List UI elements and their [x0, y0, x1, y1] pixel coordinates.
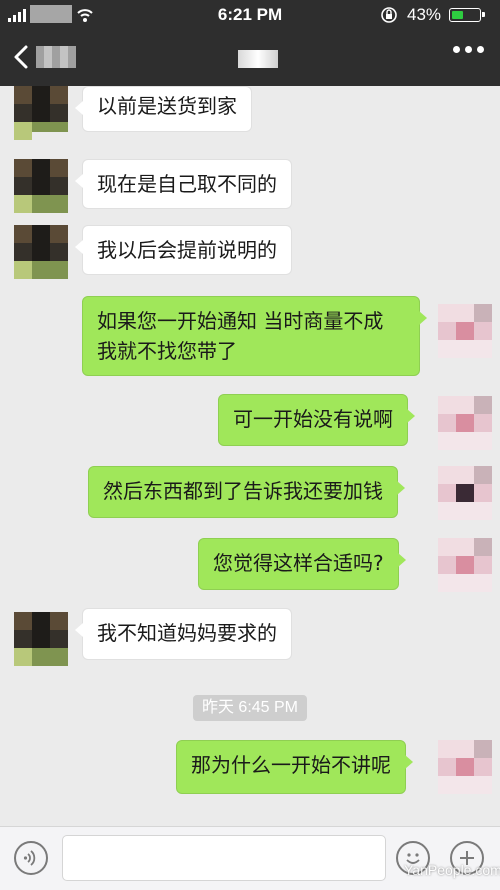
- chat-title: [238, 50, 278, 68]
- battery-icon: [449, 8, 485, 22]
- outgoing-message[interactable]: 可一开始没有说啊: [218, 394, 415, 446]
- chevron-left-icon[interactable]: [8, 42, 36, 72]
- incoming-message[interactable]: 现在是自己取不同的: [75, 159, 292, 209]
- outgoing-message[interactable]: 您觉得这样合适吗?: [198, 538, 406, 590]
- outgoing-message[interactable]: 如果您一开始通知 当时商量不成 我就不找您带了: [82, 296, 427, 376]
- contact-avatar[interactable]: [14, 225, 68, 279]
- user-avatar[interactable]: [438, 466, 492, 520]
- watermark-text: YanPeople.com: [404, 862, 500, 878]
- input-bar: [0, 826, 500, 890]
- incoming-message[interactable]: 我不知道妈妈要求的: [75, 608, 292, 660]
- user-avatar[interactable]: [438, 538, 492, 592]
- status-bar: 6:21 PM 43%: [0, 0, 500, 30]
- voice-wave-icon: [23, 850, 36, 866]
- message-list[interactable]: 以前是送货到家 现在是自己取不同的 我以后会提前说明的 如果您一开始通知 当时商…: [0, 86, 500, 826]
- user-avatar[interactable]: [438, 304, 492, 358]
- chat-header: [0, 30, 500, 86]
- contact-avatar[interactable]: [14, 86, 68, 140]
- voice-icon[interactable]: [14, 841, 48, 875]
- back-label[interactable]: [36, 46, 76, 68]
- message-input[interactable]: [62, 835, 386, 881]
- user-avatar[interactable]: [438, 740, 492, 794]
- more-dots-icon[interactable]: [453, 46, 484, 53]
- outgoing-message[interactable]: 那为什么一开始不讲呢: [176, 740, 413, 794]
- incoming-message[interactable]: 我以后会提前说明的: [75, 225, 292, 275]
- outgoing-message[interactable]: 然后东西都到了告诉我还要加钱: [88, 466, 405, 518]
- rotation-lock-icon: [381, 7, 397, 23]
- contact-avatar[interactable]: [14, 612, 68, 666]
- battery-percent: 43%: [407, 5, 442, 24]
- message-timestamp: 昨天 6:45 PM: [193, 695, 307, 721]
- incoming-message[interactable]: 以前是送货到家: [75, 86, 252, 132]
- battery-fill: [452, 11, 463, 19]
- user-avatar[interactable]: [438, 396, 492, 450]
- contact-avatar[interactable]: [14, 159, 68, 213]
